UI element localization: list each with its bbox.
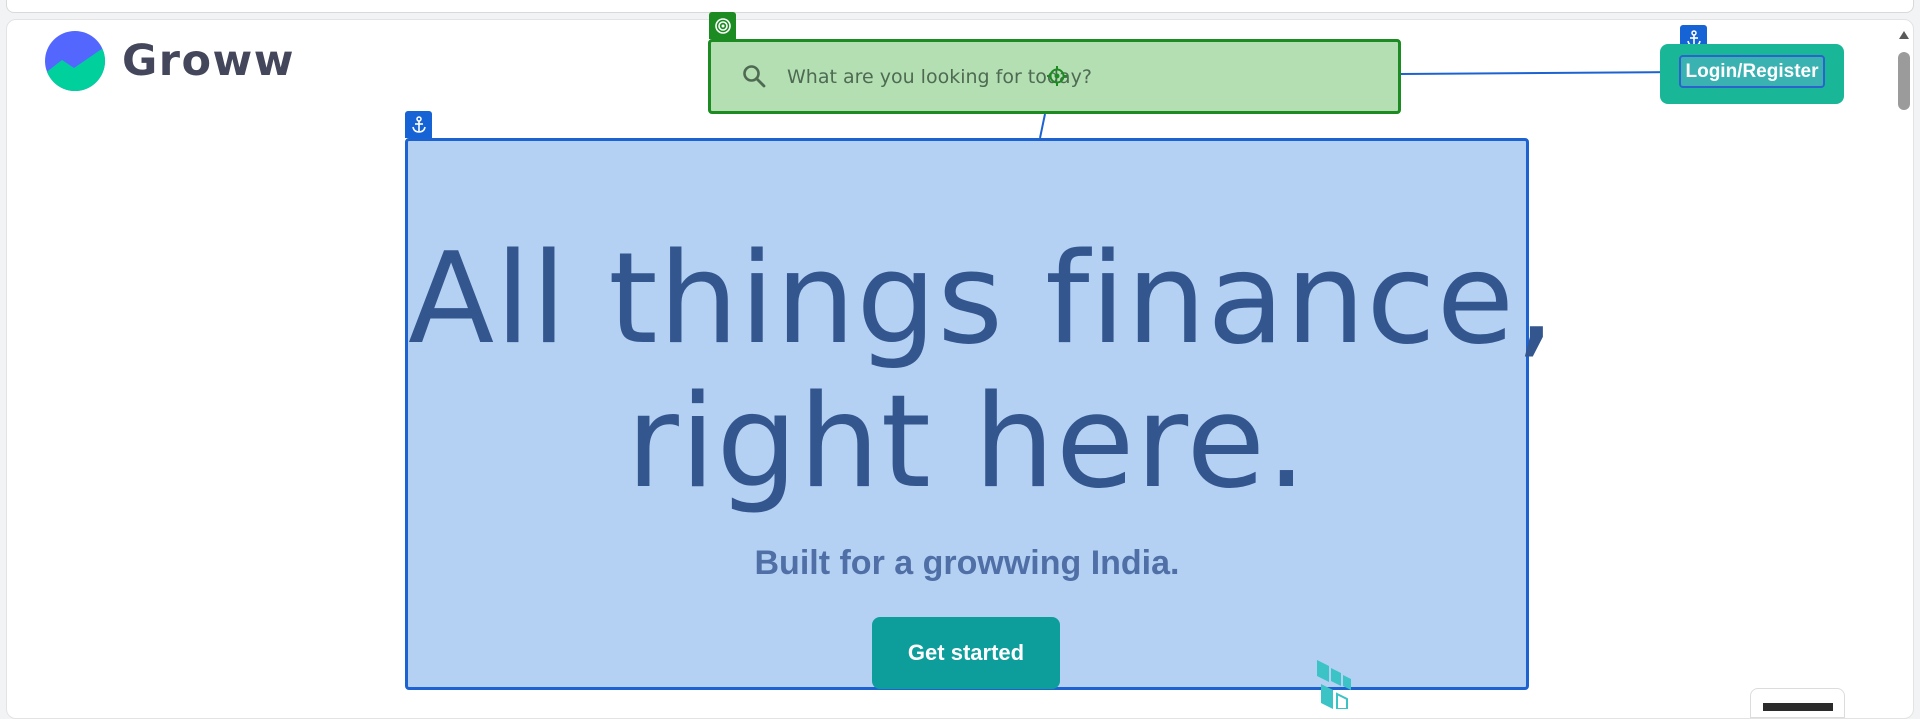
get-started-button[interactable]: Get started	[872, 617, 1060, 689]
hero-headline-line1: All things finance,	[408, 225, 1557, 372]
hero-section: All things finance, right here. Built fo…	[405, 138, 1557, 690]
target-icon	[709, 12, 736, 39]
floating-widget[interactable]	[1750, 688, 1845, 718]
groww-logo-icon	[45, 31, 105, 91]
brand-name: Groww	[122, 36, 295, 86]
search-input[interactable]: What are you looking for today?	[708, 39, 1401, 114]
scroll-up-arrow-icon[interactable]	[1899, 30, 1909, 40]
scrollbar-thumb[interactable]	[1898, 52, 1910, 110]
login-register-button[interactable]: Login/Register	[1660, 44, 1844, 104]
crosshair-icon	[1047, 66, 1067, 86]
hero-headline-line2: right here.	[626, 368, 1308, 517]
widget-bar	[1763, 703, 1833, 711]
hero-subtitle: Built for a growwing India.	[754, 544, 1180, 582]
login-register-label: Login/Register	[1679, 55, 1825, 88]
decorative-shape-icon	[1317, 660, 1351, 709]
anchor-icon	[405, 111, 432, 138]
brand-logo[interactable]: Groww	[44, 30, 295, 92]
browser-top-strip	[6, 0, 1914, 13]
search-icon	[743, 65, 766, 88]
